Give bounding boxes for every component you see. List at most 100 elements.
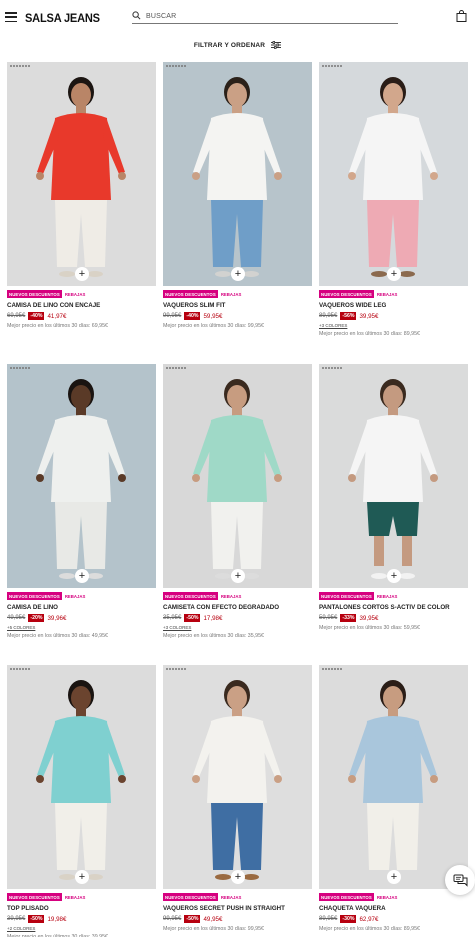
add-to-cart-button[interactable]: + <box>231 870 245 884</box>
sliders-icon <box>271 41 282 49</box>
discount-badge: -50% <box>184 614 201 622</box>
best-price-note: Mejor precio en los últimos 30 días: 99,… <box>163 323 264 329</box>
original-price: 59,95€ <box>319 615 338 621</box>
discount-badge: -30% <box>340 915 357 923</box>
sale-tag: REBAJAS <box>376 894 398 900</box>
sale-tag: REBAJAS <box>64 291 86 297</box>
sale-price: 39,95€ <box>359 312 379 320</box>
sale-price: 49,95€ <box>203 915 223 923</box>
best-price-note: Mejor precio en los últimos 30 días: 69,… <box>7 323 108 329</box>
product-name[interactable]: CHAQUETA VAQUERA <box>319 905 468 912</box>
discount-badge: -20% <box>28 614 45 622</box>
best-price-note: Mejor precio en los últimos 30 días: 99,… <box>163 926 264 932</box>
new-discounts-badge: NUEVOS DESCUENTOS <box>319 592 374 600</box>
color-dots-icon <box>322 367 342 369</box>
original-price: 89,95€ <box>319 916 338 922</box>
original-price: 35,95€ <box>163 615 182 621</box>
add-to-cart-button[interactable]: + <box>231 569 245 583</box>
original-price: 69,95€ <box>7 313 26 319</box>
best-price-note: Mejor precio en los últimos 30 días: 49,… <box>7 633 108 639</box>
new-discounts-badge: NUEVOS DESCUENTOS <box>319 290 374 298</box>
color-dots-icon <box>10 668 30 670</box>
sale-price: 39,95€ <box>359 614 379 622</box>
product-photo <box>163 665 312 889</box>
new-discounts-badge: NUEVOS DESCUENTOS <box>163 893 218 901</box>
product-image[interactable]: + <box>319 62 468 286</box>
add-to-cart-button[interactable]: + <box>387 267 401 281</box>
add-to-cart-button[interactable]: + <box>75 569 89 583</box>
product-card[interactable]: + NUEVOS DESCUENTOS REBAJAS CAMISA DE LI… <box>7 364 156 639</box>
discount-badge: -40% <box>184 312 201 320</box>
product-name[interactable]: VAQUEROS SECRET PUSH IN STRAIGHT <box>163 905 312 912</box>
product-card[interactable]: + NUEVOS DESCUENTOS REBAJAS PANTALONES C… <box>319 364 468 631</box>
sale-price: 41,97€ <box>47 312 67 320</box>
product-name[interactable]: TOP PLISADO <box>7 905 156 912</box>
original-price: 39,95€ <box>7 916 26 922</box>
product-image[interactable]: + <box>7 364 156 588</box>
add-to-cart-button[interactable]: + <box>387 569 401 583</box>
menu-icon[interactable] <box>5 12 17 22</box>
product-name[interactable]: PANTALONES CORTOS S-ACTIV DE COLOR <box>319 604 468 611</box>
sale-price: 39,96€ <box>47 614 67 622</box>
more-colors-link[interactable]: +3 COLORES <box>319 323 468 328</box>
search-input[interactable] <box>146 10 386 22</box>
product-card[interactable]: + NUEVOS DESCUENTOS REBAJAS VAQUEROS WID… <box>319 62 468 337</box>
sale-tag: REBAJAS <box>220 291 242 297</box>
product-image[interactable]: + <box>163 62 312 286</box>
new-discounts-badge: NUEVOS DESCUENTOS <box>319 893 374 901</box>
product-image[interactable]: + <box>7 665 156 889</box>
header: SALSA JEANS <box>0 0 475 34</box>
sale-tag: REBAJAS <box>220 894 242 900</box>
add-to-cart-button[interactable]: + <box>75 870 89 884</box>
product-image[interactable]: + <box>319 665 468 889</box>
search-icon[interactable] <box>132 11 141 20</box>
new-discounts-badge: NUEVOS DESCUENTOS <box>7 592 62 600</box>
best-price-note: Mejor precio en los últimos 30 días: 89,… <box>319 331 420 337</box>
product-name[interactable]: CAMISA DE LINO CON ENCAJE <box>7 302 156 309</box>
product-name[interactable]: VAQUEROS SLIM FIT <box>163 302 312 309</box>
product-card[interactable]: + NUEVOS DESCUENTOS REBAJAS CAMISA DE LI… <box>7 62 156 329</box>
product-image[interactable]: + <box>7 62 156 286</box>
product-card[interactable]: + NUEVOS DESCUENTOS REBAJAS CHAQUETA VAQ… <box>319 665 468 932</box>
brand-logo[interactable]: SALSA JEANS <box>25 11 100 25</box>
sale-tag: REBAJAS <box>64 593 86 599</box>
sale-tag: REBAJAS <box>64 894 86 900</box>
filter-sort-label: FILTRAR Y ORDENAR <box>193 41 266 49</box>
original-price: 99,95€ <box>163 916 182 922</box>
discount-badge: -50% <box>184 915 201 923</box>
add-to-cart-button[interactable]: + <box>387 870 401 884</box>
color-dots-icon <box>166 668 186 670</box>
add-to-cart-button[interactable]: + <box>75 267 89 281</box>
shopping-bag-icon[interactable] <box>456 10 467 22</box>
product-photo <box>319 364 468 588</box>
product-name[interactable]: CAMISA DE LINO <box>7 604 156 611</box>
more-colors-link[interactable]: +5 COLORES <box>7 625 156 630</box>
more-colors-link[interactable]: +2 COLORES <box>7 926 156 931</box>
more-colors-link[interactable]: +3 COLORES <box>163 625 312 630</box>
best-price-note: Mejor precio en los últimos 30 días: 89,… <box>319 926 420 932</box>
sale-tag: REBAJAS <box>220 593 242 599</box>
product-image[interactable]: + <box>163 665 312 889</box>
sale-price: 59,95€ <box>203 312 223 320</box>
color-dots-icon <box>10 65 30 67</box>
product-card[interactable]: + NUEVOS DESCUENTOS REBAJAS VAQUEROS SLI… <box>163 62 312 329</box>
best-price-note: Mejor precio en los últimos 30 días: 59,… <box>319 625 420 631</box>
product-card[interactable]: + NUEVOS DESCUENTOS REBAJAS CAMISETA CON… <box>163 364 312 639</box>
product-photo <box>7 665 156 889</box>
product-card[interactable]: + NUEVOS DESCUENTOS REBAJAS TOP PLISADO … <box>7 665 156 937</box>
best-price-note: Mejor precio en los últimos 30 días: 35,… <box>163 633 264 639</box>
color-dots-icon <box>322 65 342 67</box>
product-name[interactable]: VAQUEROS WIDE LEG <box>319 302 468 309</box>
product-image[interactable]: + <box>319 364 468 588</box>
product-image[interactable]: + <box>163 364 312 588</box>
chat-button[interactable] <box>445 865 475 895</box>
add-to-cart-button[interactable]: + <box>231 267 245 281</box>
color-dots-icon <box>166 367 186 369</box>
product-name[interactable]: CAMISETA CON EFECTO DEGRADADO <box>163 604 312 611</box>
product-photo <box>319 665 468 889</box>
product-card[interactable]: + NUEVOS DESCUENTOS REBAJAS VAQUEROS SEC… <box>163 665 312 932</box>
search-bar[interactable] <box>132 8 398 24</box>
filter-sort-button[interactable]: FILTRAR Y ORDENAR <box>193 41 282 49</box>
sale-tag: REBAJAS <box>376 593 398 599</box>
sale-price: 62,97€ <box>359 915 379 923</box>
